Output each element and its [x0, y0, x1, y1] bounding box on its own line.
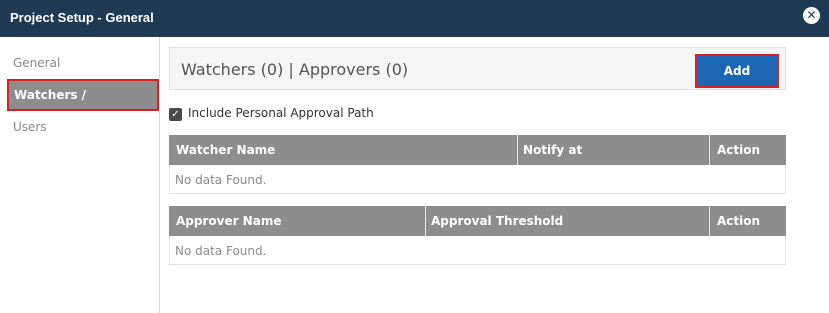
table-row: No data Found.: [169, 165, 786, 194]
approvers-table: Approver Name Approval Threshold Action …: [169, 206, 786, 265]
empty-message: No data Found.: [175, 244, 267, 258]
include-personal-checkbox[interactable]: ✓: [169, 108, 182, 121]
title-bar: Project Setup - General ✕: [0, 0, 829, 37]
table-row: No data Found.: [169, 236, 786, 265]
watchers-table: Watcher Name Notify at Action No data Fo…: [169, 135, 786, 194]
empty-message: No data Found.: [175, 173, 267, 187]
column-divider: [517, 135, 518, 165]
sidebar: General Watchers / Approvers Users: [0, 37, 160, 313]
column-divider: [709, 206, 710, 236]
panel-title: Watchers (0) | Approvers (0): [181, 60, 409, 79]
watchers-table-header: Watcher Name Notify at Action: [169, 135, 786, 165]
window-title: Project Setup - General: [10, 10, 154, 25]
column-divider: [709, 135, 710, 165]
column-approval-threshold[interactable]: Approval Threshold: [431, 214, 563, 228]
column-divider: [425, 206, 426, 236]
include-personal-label: Include Personal Approval Path: [188, 106, 374, 120]
column-approver-name[interactable]: Approver Name: [176, 214, 281, 228]
sidebar-item-users[interactable]: Users: [13, 120, 47, 134]
sidebar-item-watchers-approvers[interactable]: Watchers / Approvers: [9, 81, 157, 130]
column-notify-at[interactable]: Notify at: [523, 143, 582, 157]
column-action[interactable]: Action: [717, 143, 760, 157]
approvers-table-header: Approver Name Approval Threshold Action: [169, 206, 786, 236]
column-watcher-name[interactable]: Watcher Name: [176, 143, 275, 157]
column-action[interactable]: Action: [717, 214, 760, 228]
sidebar-item-general[interactable]: General: [13, 56, 60, 70]
panel-header: Watchers (0) | Approvers (0): [169, 47, 786, 90]
add-button[interactable]: Add: [697, 56, 777, 86]
close-icon[interactable]: ✕: [803, 7, 820, 24]
checkmark-icon: ✓: [171, 109, 180, 120]
